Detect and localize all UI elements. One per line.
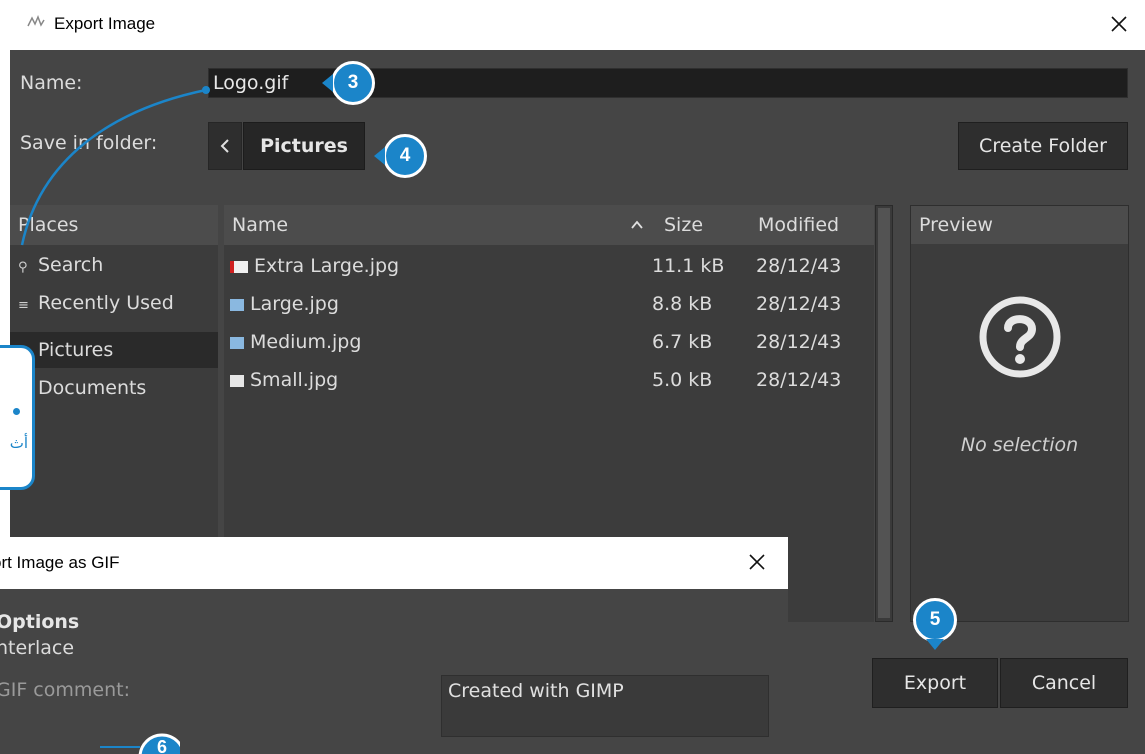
interlace-label[interactable]: nterlace [0,637,74,659]
callout-text: أث [9,434,28,452]
side-callout: أث [0,345,35,490]
gif-dialog-title: ort Image as GIF [0,553,120,572]
gif-comment-field[interactable]: Created with GIMP [441,675,769,737]
close-icon[interactable] [740,545,774,579]
step-badge-4: 4 [374,134,427,178]
export-gif-dialog: ort Image as GIF Options nterlace GIF co… [0,537,788,754]
gif-comment-label: GIF comment: [0,679,130,701]
callout-dot [13,408,20,415]
step-badge-6-label: 6 [157,737,167,754]
options-heading: Options [0,611,80,633]
step-badge-5: 5 [913,598,957,650]
step-badge-6-partial: 6 [100,733,180,754]
step-badge-3: 3 [322,61,375,105]
gif-dialog-title-bar: ort Image as GIF [0,537,788,589]
